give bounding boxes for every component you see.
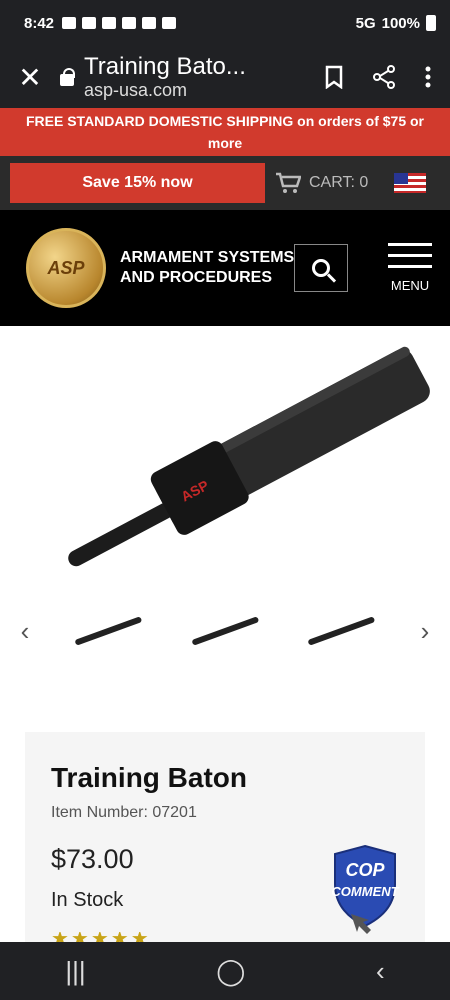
- menu-button[interactable]: MENU: [388, 243, 432, 293]
- system-nav-bar: ||| ◯ ‹: [0, 942, 450, 1000]
- browser-actions: [324, 65, 450, 89]
- search-icon: [312, 259, 330, 277]
- product-title: Training Baton: [51, 762, 247, 793]
- facebook-icon: [122, 17, 137, 29]
- url-display[interactable]: Training Bato... asp-usa.com: [84, 53, 324, 101]
- cart-link[interactable]: CART: 0: [275, 172, 368, 194]
- cop-comment-badge[interactable]: COP COMMENT: [327, 844, 403, 934]
- product-main-image[interactable]: ASP: [0, 326, 450, 596]
- badge-line-2: COMMENT: [331, 884, 399, 899]
- home-button[interactable]: ◯: [216, 956, 245, 987]
- app-icon: [102, 17, 117, 29]
- thumbnail-1[interactable]: [50, 606, 167, 656]
- page-domain: asp-usa.com: [84, 80, 188, 100]
- back-button[interactable]: ‹: [376, 956, 385, 987]
- site-header: ASP ARMAMENT SYSTEMS AND PROCEDURES MENU: [0, 210, 450, 326]
- telegram-icon: [82, 17, 97, 29]
- thumbnail-2[interactable]: [167, 606, 284, 656]
- notification-icons: [62, 17, 177, 29]
- shipping-promo-banner[interactable]: FREE STANDARD DOMESTIC SHIPPING on order…: [0, 108, 450, 156]
- chevron-left-icon[interactable]: ‹: [0, 616, 50, 647]
- app-icon: [162, 17, 177, 29]
- hamburger-icon: [388, 243, 432, 268]
- utility-bar: Save 15% now CART: 0: [0, 156, 450, 210]
- status-right: 5G 100%: [356, 15, 436, 32]
- facebook-icon: [142, 17, 157, 29]
- share-icon[interactable]: [372, 65, 396, 89]
- product-info-card: Training Baton Item Number: 07201 $73.00…: [25, 732, 425, 942]
- network-label: 5G: [355, 14, 376, 32]
- cart-label: CART: 0: [309, 174, 369, 191]
- item-number: Item Number: 07201: [51, 804, 197, 821]
- battery-label: 100%: [381, 14, 420, 32]
- recent-apps-button[interactable]: |||: [65, 956, 85, 987]
- close-tab-button[interactable]: ✕: [0, 61, 60, 94]
- page-title: Training Bato...: [84, 53, 246, 80]
- brand-name: ARMAMENT SYSTEMS AND PROCEDURES: [120, 248, 300, 288]
- cart-icon: [276, 172, 301, 193]
- bookmark-icon[interactable]: [324, 65, 344, 89]
- battery-icon: [426, 15, 436, 31]
- thumbnail-carousel: ‹ ›: [0, 596, 450, 666]
- asp-logo[interactable]: ASP: [26, 228, 106, 308]
- browser-toolbar: ✕ Training Bato... asp-usa.com: [0, 46, 450, 108]
- status-bar: 8:42 5G 100%: [0, 0, 450, 46]
- more-options-icon[interactable]: [424, 65, 432, 89]
- search-button[interactable]: [294, 244, 348, 292]
- brand-text: ARMAMENT SYSTEMS AND PROCEDURES: [120, 249, 295, 286]
- us-flag-icon[interactable]: [394, 173, 426, 193]
- menu-label: MENU: [390, 278, 430, 293]
- baton-image: ASP: [68, 346, 430, 567]
- message-icon: [62, 17, 77, 29]
- thumbnail-3[interactable]: [283, 606, 400, 656]
- rating-stars[interactable]: ★★★★★: [51, 932, 151, 942]
- clock: 8:42: [24, 14, 55, 32]
- badge-line-1: COP: [345, 860, 385, 880]
- save-15-button[interactable]: Save 15% now: [10, 163, 265, 203]
- lock-icon: [60, 68, 75, 86]
- chevron-right-icon[interactable]: ›: [400, 616, 450, 647]
